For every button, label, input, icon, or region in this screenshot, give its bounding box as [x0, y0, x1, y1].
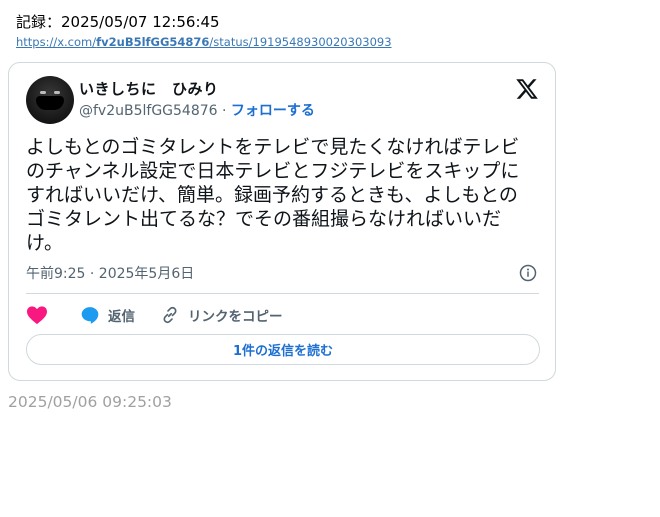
tweet-url-user: fv2uB5lfGG54876	[96, 35, 210, 49]
copy-link-label: リンクをコピー	[188, 309, 283, 325]
record-timestamp: 記録：2025/05/07 12:56:45	[16, 13, 220, 31]
link-icon	[163, 306, 177, 324]
read-replies-button[interactable]: 1件の返信を読む	[26, 334, 540, 365]
tweet-url-prefix: https://x.com/	[16, 35, 97, 49]
avatar[interactable]	[26, 76, 74, 124]
divider	[26, 293, 539, 294]
reply-icon	[81, 307, 99, 324]
tweet-url-suffix: /status/1919548930020303093	[209, 35, 392, 49]
avatar-eye-left	[40, 91, 46, 94]
avatar-eye-right	[54, 91, 60, 94]
avatar-mask	[36, 96, 64, 110]
user-handle[interactable]: @fv2uB5lfGG54876	[79, 103, 218, 119]
reply-label: 返信	[108, 309, 135, 325]
handle-separator: ·	[217, 103, 231, 119]
copy-link-button[interactable]: リンクをコピー	[160, 303, 283, 327]
heart-icon[interactable]	[26, 305, 48, 325]
follow-button[interactable]: フォローする	[231, 103, 315, 119]
display-name[interactable]: いきしちに ひみり	[79, 78, 219, 99]
tweet-card: いきしちに ひみり @fv2uB5lfGG54876 · フォローする よしもと…	[8, 62, 556, 381]
handle-line: @fv2uB5lfGG54876 · フォローする	[79, 100, 315, 120]
reply-button[interactable]: 返信	[80, 303, 135, 327]
info-icon[interactable]	[519, 264, 537, 282]
post-date: 2025/05/06 09:25:03	[8, 393, 172, 411]
x-logo-icon[interactable]	[515, 77, 539, 101]
action-bar: 返信 リンクをコピー	[26, 303, 536, 327]
tweet-url-link[interactable]: https://x.com/fv2uB5lfGG54876/status/191…	[16, 35, 392, 49]
tweet-timestamp[interactable]: 午前9:25 · 2025年5月6日	[26, 263, 194, 283]
tweet-text: よしもとのゴミタレントをテレビで見たくなければテレビのチャンネル設定で日本テレビ…	[26, 136, 520, 254]
